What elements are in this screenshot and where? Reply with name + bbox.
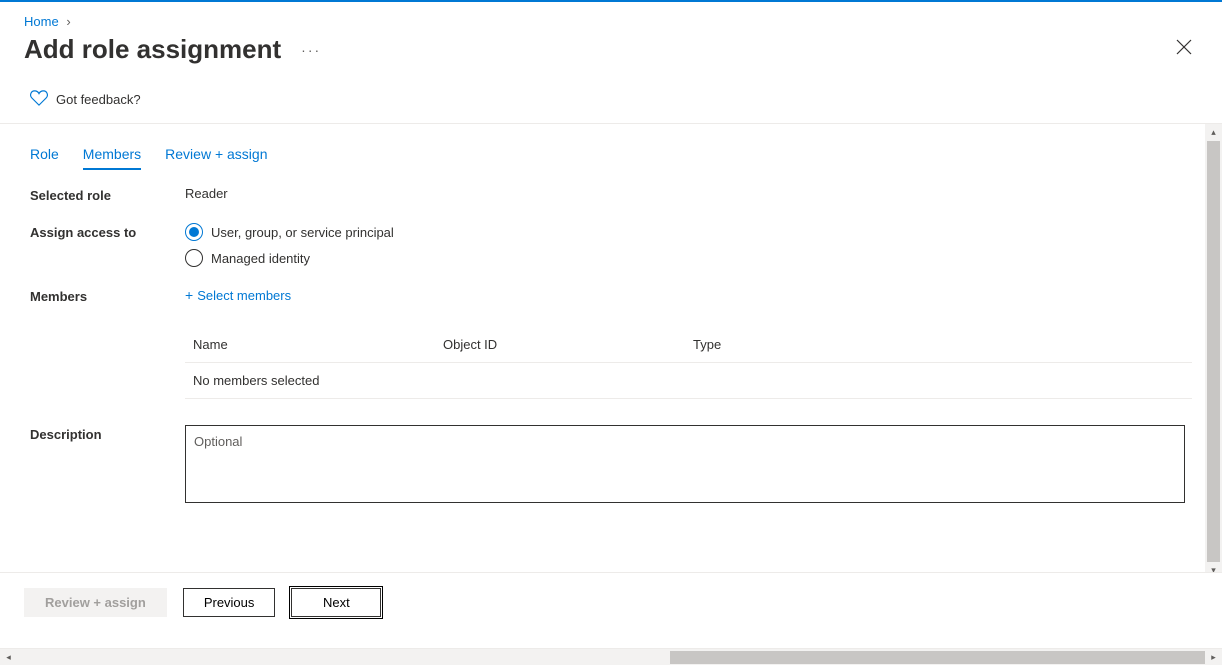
got-feedback-label: Got feedback? <box>56 92 141 107</box>
scroll-right-icon: ▸ <box>1205 649 1222 666</box>
scroll-left-icon: ◂ <box>0 649 17 666</box>
radio-managed-identity[interactable]: Managed identity <box>185 249 1192 267</box>
plus-icon: + <box>185 287 193 303</box>
description-input[interactable] <box>185 425 1185 503</box>
previous-button[interactable]: Previous <box>183 588 276 617</box>
tab-review-assign[interactable]: Review + assign <box>165 146 267 170</box>
scroll-up-icon: ▴ <box>1205 124 1222 141</box>
heart-icon <box>30 90 48 109</box>
page-title: Add role assignment <box>24 34 281 65</box>
select-members-link[interactable]: + Select members <box>185 287 291 303</box>
select-members-link-label: Select members <box>197 288 291 303</box>
assign-access-label: Assign access to <box>30 223 185 240</box>
horizontal-scrollbar[interactable]: ◂ ▸ <box>0 648 1222 665</box>
selected-role-value: Reader <box>185 186 1192 201</box>
got-feedback-link[interactable]: Got feedback? <box>0 90 1222 124</box>
table-col-objectid: Object ID <box>443 337 693 352</box>
members-empty-row: No members selected <box>185 363 1192 399</box>
chevron-right-icon: › <box>66 14 70 29</box>
vertical-scrollbar[interactable]: ▴ ▾ <box>1205 124 1222 579</box>
footer: Review + assign Previous Next <box>0 572 1222 632</box>
tabs: Role Members Review + assign <box>30 124 1192 186</box>
radio-user-group[interactable]: User, group, or service principal <box>185 223 1192 241</box>
selected-role-label: Selected role <box>30 186 185 203</box>
next-button[interactable]: Next <box>291 588 381 617</box>
table-col-name: Name <box>193 337 443 352</box>
radio-unchecked-icon <box>185 249 203 267</box>
tab-role[interactable]: Role <box>30 146 59 170</box>
radio-user-group-label: User, group, or service principal <box>211 225 394 240</box>
tab-members[interactable]: Members <box>83 146 141 170</box>
review-assign-button: Review + assign <box>24 588 167 617</box>
members-label: Members <box>30 287 185 304</box>
table-col-type: Type <box>693 337 1184 352</box>
more-actions-button[interactable]: ··· <box>297 42 325 58</box>
close-icon <box>1176 39 1192 59</box>
close-button[interactable] <box>1170 33 1198 66</box>
breadcrumb-home-link[interactable]: Home <box>24 14 59 29</box>
members-table: Name Object ID Type No members selected <box>185 327 1192 399</box>
description-label: Description <box>30 425 185 442</box>
radio-checked-icon <box>185 223 203 241</box>
breadcrumb: Home › <box>0 2 1222 33</box>
radio-managed-identity-label: Managed identity <box>211 251 310 266</box>
